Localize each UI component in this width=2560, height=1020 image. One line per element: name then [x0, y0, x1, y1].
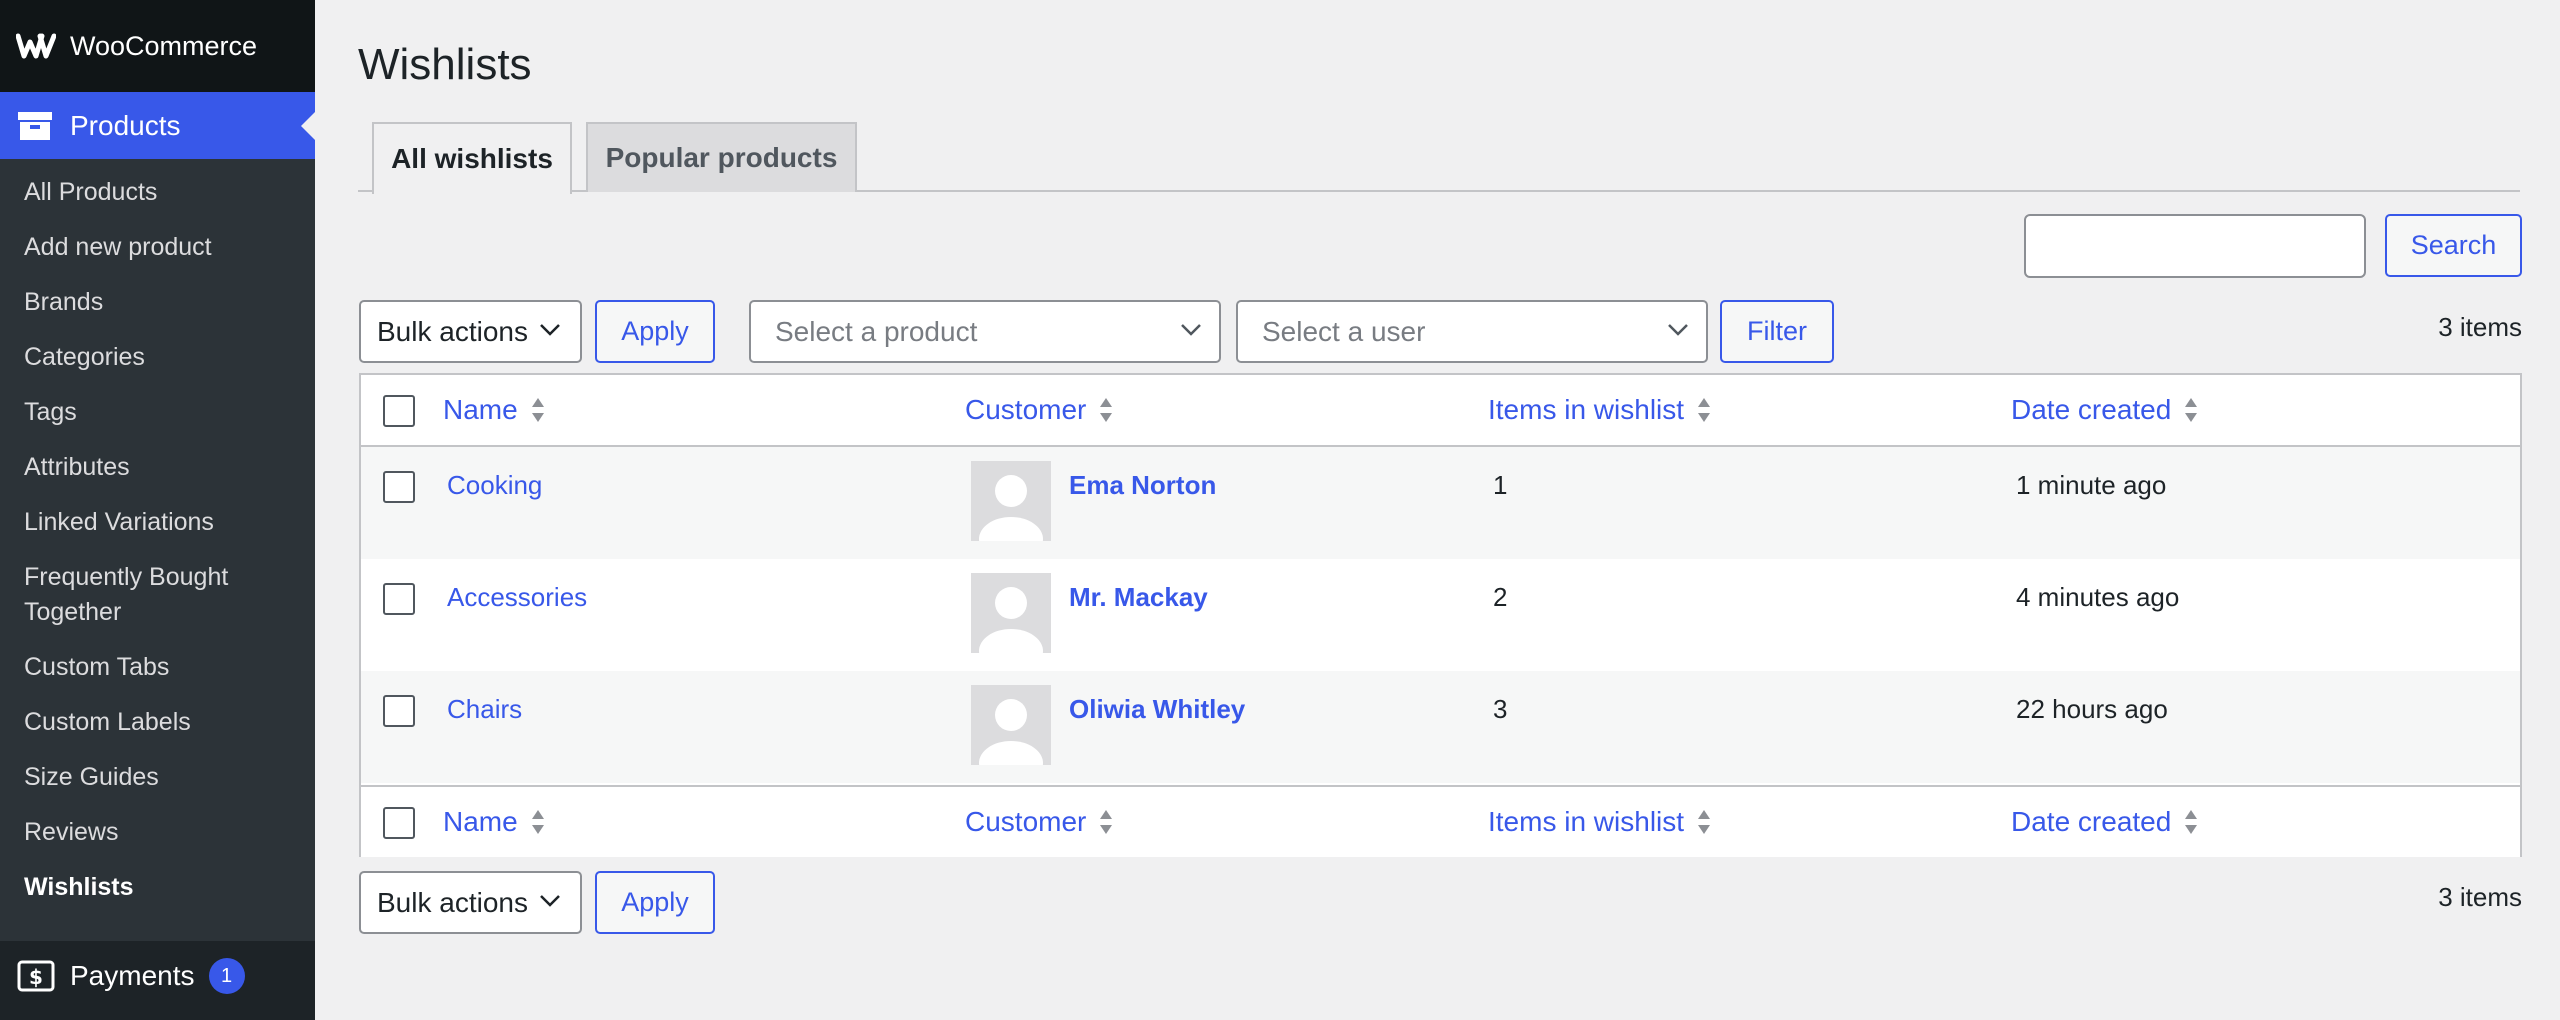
items-count-top: 3 items [2438, 312, 2522, 342]
table-row: Accessories Mr. Mackay 2 4 minutes ago [361, 559, 2520, 671]
column-footer-items[interactable]: Items in wishlist [1488, 787, 1712, 857]
user-filter-select[interactable]: Select a user [1236, 300, 1708, 363]
user-filter-placeholder: Select a user [1262, 315, 1426, 347]
date-created: 1 minute ago [2016, 470, 2167, 500]
wishlist-name-link[interactable]: Chairs [447, 691, 522, 727]
submenu-frequently-bought-together[interactable]: Frequently Bought Together [0, 560, 270, 630]
submenu-size-guides[interactable]: Size Guides [0, 760, 315, 795]
table-row: Chairs Oliwia Whitley 3 22 hours ago [361, 671, 2520, 783]
submenu-tags[interactable]: Tags [0, 395, 315, 430]
customer-link[interactable]: Mr. Mackay [1069, 579, 1208, 615]
sort-arrows-icon [2185, 810, 2198, 834]
apply-button-top[interactable]: Apply [595, 300, 715, 363]
table-row: Cooking Ema Norton 1 1 minute ago [361, 447, 2520, 559]
bulk-actions-select-bottom[interactable]: Bulk actions [359, 871, 582, 934]
customer-link[interactable]: Ema Norton [1069, 467, 1216, 503]
column-header-date[interactable]: Date created [2011, 375, 2199, 445]
bulk-actions-label: Bulk actions [377, 315, 528, 347]
chevron-down-icon [540, 323, 560, 336]
svg-text:$: $ [29, 965, 43, 989]
date-created: 22 hours ago [2016, 694, 2168, 724]
column-footer-name[interactable]: Name [443, 787, 546, 857]
sort-arrows-icon [1698, 810, 1711, 834]
apply-button-bottom[interactable]: Apply [595, 871, 715, 934]
search-button[interactable]: Search [2385, 214, 2522, 277]
column-header-items[interactable]: Items in wishlist [1488, 375, 1712, 445]
avatar [971, 573, 1051, 653]
wishlist-name-link[interactable]: Cooking [447, 467, 542, 503]
customer-link[interactable]: Oliwia Whitley [1069, 691, 1245, 727]
row-checkbox[interactable] [383, 471, 415, 503]
bulk-actions-label: Bulk actions [377, 886, 528, 918]
column-header-name[interactable]: Name [443, 375, 546, 445]
dollar-icon: $ [16, 959, 56, 993]
tab-bar: All wishlists Popular products [358, 122, 2520, 194]
items-count: 1 [1493, 470, 1508, 500]
bulk-actions-select-top[interactable]: Bulk actions [359, 300, 582, 363]
chevron-down-icon [1668, 323, 1688, 336]
select-all-checkbox[interactable] [383, 395, 415, 427]
product-filter-select[interactable]: Select a product [749, 300, 1221, 363]
submenu-brands[interactable]: Brands [0, 285, 315, 320]
avatar [971, 685, 1051, 765]
submenu-attributes[interactable]: Attributes [0, 450, 315, 485]
submenu-all-products[interactable]: All Products [0, 175, 315, 210]
payments-label: Payments [70, 960, 195, 991]
row-checkbox[interactable] [383, 695, 415, 727]
submenu-custom-labels[interactable]: Custom Labels [0, 705, 315, 740]
table-header: Name Customer Items in wishlist Date cre… [361, 375, 2520, 447]
sidebar-item-products-label: Products [70, 109, 181, 141]
sort-arrows-icon [1100, 398, 1113, 422]
submenu-wishlists[interactable]: Wishlists [0, 870, 315, 905]
submenu-custom-tabs[interactable]: Custom Tabs [0, 650, 315, 685]
items-count: 2 [1493, 582, 1508, 612]
submenu-categories[interactable]: Categories [0, 340, 315, 375]
date-created: 4 minutes ago [2016, 582, 2180, 612]
row-checkbox[interactable] [383, 583, 415, 615]
brand-label: WooCommerce [70, 30, 258, 61]
wishlists-table: Name Customer Items in wishlist Date cre… [359, 373, 2522, 857]
avatar [971, 461, 1051, 541]
tab-popular-products[interactable]: Popular products [586, 122, 857, 192]
brand-link[interactable]: WooCommerce [0, 0, 315, 92]
current-menu-pointer [301, 111, 315, 140]
product-filter-placeholder: Select a product [775, 315, 978, 347]
sort-arrows-icon [1100, 810, 1113, 834]
column-footer-customer[interactable]: Customer [965, 787, 1114, 857]
main-content: Wishlists All wishlists Popular products… [315, 0, 2560, 1020]
column-header-customer[interactable]: Customer [965, 375, 1114, 445]
sort-arrows-icon [531, 810, 544, 834]
sort-arrows-icon [1698, 398, 1711, 422]
payments-count-badge: 1 [208, 958, 245, 994]
tab-all-wishlists[interactable]: All wishlists [372, 122, 572, 194]
select-all-checkbox-footer[interactable] [383, 807, 415, 839]
wishlist-name-link[interactable]: Accessories [447, 579, 587, 615]
sidebar-item-products[interactable]: Products [0, 92, 315, 159]
submenu-linked-variations[interactable]: Linked Variations [0, 505, 315, 540]
search-input[interactable] [2024, 214, 2366, 278]
items-count-bottom: 3 items [2438, 882, 2522, 912]
products-submenu: All Products Add new product Brands Cate… [0, 159, 315, 941]
submenu-add-new-product[interactable]: Add new product [0, 230, 315, 265]
table-footer: Name Customer Items in wishlist Date cre… [361, 785, 2520, 857]
page-title: Wishlists [358, 40, 532, 89]
woocommerce-logo-icon [16, 26, 56, 66]
column-footer-date[interactable]: Date created [2011, 787, 2199, 857]
admin-sidebar: WooCommerce Products All Products Add ne… [0, 0, 315, 1020]
submenu-reviews[interactable]: Reviews [0, 815, 315, 850]
filter-button[interactable]: Filter [1720, 300, 1834, 363]
sort-arrows-icon [2185, 398, 2198, 422]
archive-box-icon [16, 107, 54, 145]
chevron-down-icon [1181, 323, 1201, 336]
chevron-down-icon [540, 894, 560, 907]
items-count: 3 [1493, 694, 1508, 724]
sort-arrows-icon [531, 398, 544, 422]
sidebar-item-payments[interactable]: $ Payments 1 [0, 941, 315, 1011]
